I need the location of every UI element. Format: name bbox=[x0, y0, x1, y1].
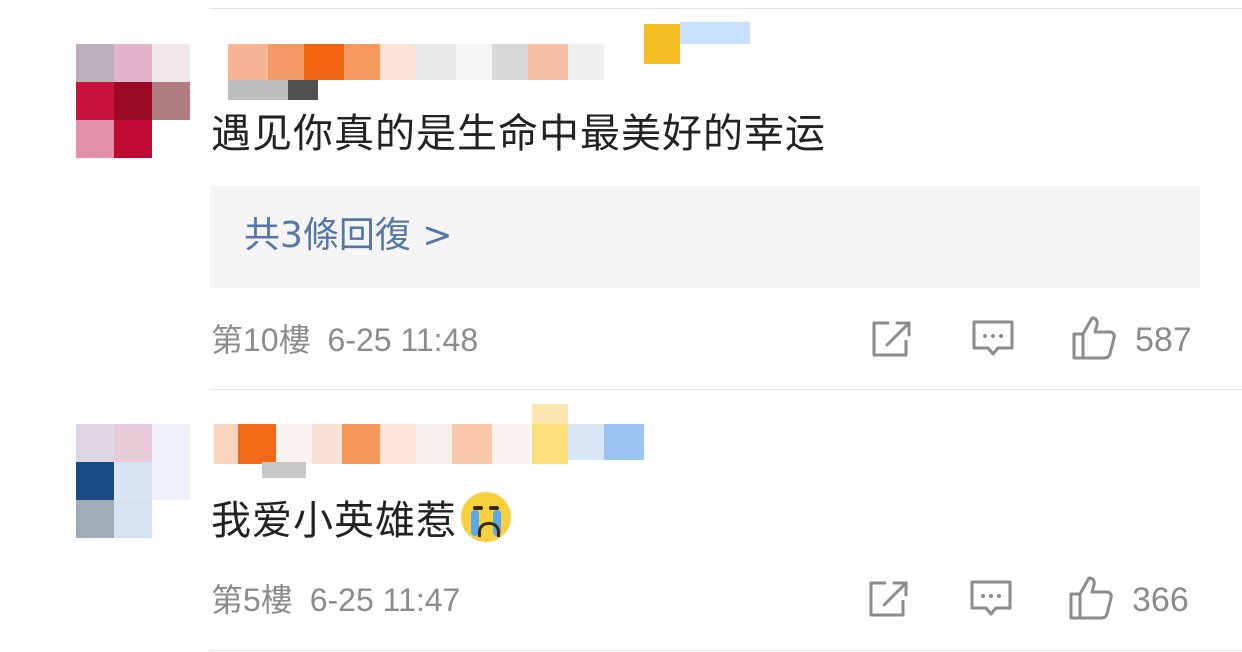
thumbs-up-icon[interactable] bbox=[1067, 574, 1115, 622]
comment-text: 遇见你真的是生命中最美好的幸运 bbox=[211, 111, 826, 157]
comment-meta: 第5樓 6-25 11:47 bbox=[211, 580, 460, 620]
comment-text: 我爱小英雄惹 bbox=[211, 492, 511, 545]
thumbs-up-icon[interactable] bbox=[1070, 314, 1118, 362]
comment-icon[interactable] bbox=[968, 578, 1014, 620]
timestamp: 6-25 11:48 bbox=[327, 322, 479, 358]
comment-meta: 第10樓 6-25 11:48 bbox=[211, 320, 478, 360]
floor-number: 第10樓 bbox=[211, 322, 311, 358]
divider bbox=[210, 8, 1242, 9]
avatar[interactable] bbox=[76, 44, 190, 158]
share-icon[interactable] bbox=[869, 318, 915, 360]
floor-number: 第5樓 bbox=[211, 582, 293, 618]
like-count: 587 bbox=[1135, 321, 1192, 359]
comment-list: 遇见你真的是生命中最美好的幸运 共3條回復 > 第10樓 6-25 11:48 … bbox=[0, 0, 1242, 652]
timestamp: 6-25 11:47 bbox=[309, 582, 461, 618]
share-icon[interactable] bbox=[866, 578, 912, 620]
username-blurred[interactable] bbox=[210, 404, 670, 478]
like-count: 366 bbox=[1132, 581, 1189, 619]
comment-icon[interactable] bbox=[970, 318, 1016, 360]
replies-panel[interactable]: 共3條回復 > bbox=[210, 186, 1200, 288]
crying-face-emoji bbox=[461, 492, 511, 542]
avatar[interactable] bbox=[76, 424, 190, 538]
username-blurred[interactable] bbox=[210, 22, 810, 100]
divider bbox=[210, 389, 1242, 390]
view-replies-link[interactable]: 共3條回復 > bbox=[244, 214, 453, 258]
comment-text-content: 我爱小英雄惹 bbox=[211, 498, 457, 544]
divider bbox=[210, 650, 1242, 651]
